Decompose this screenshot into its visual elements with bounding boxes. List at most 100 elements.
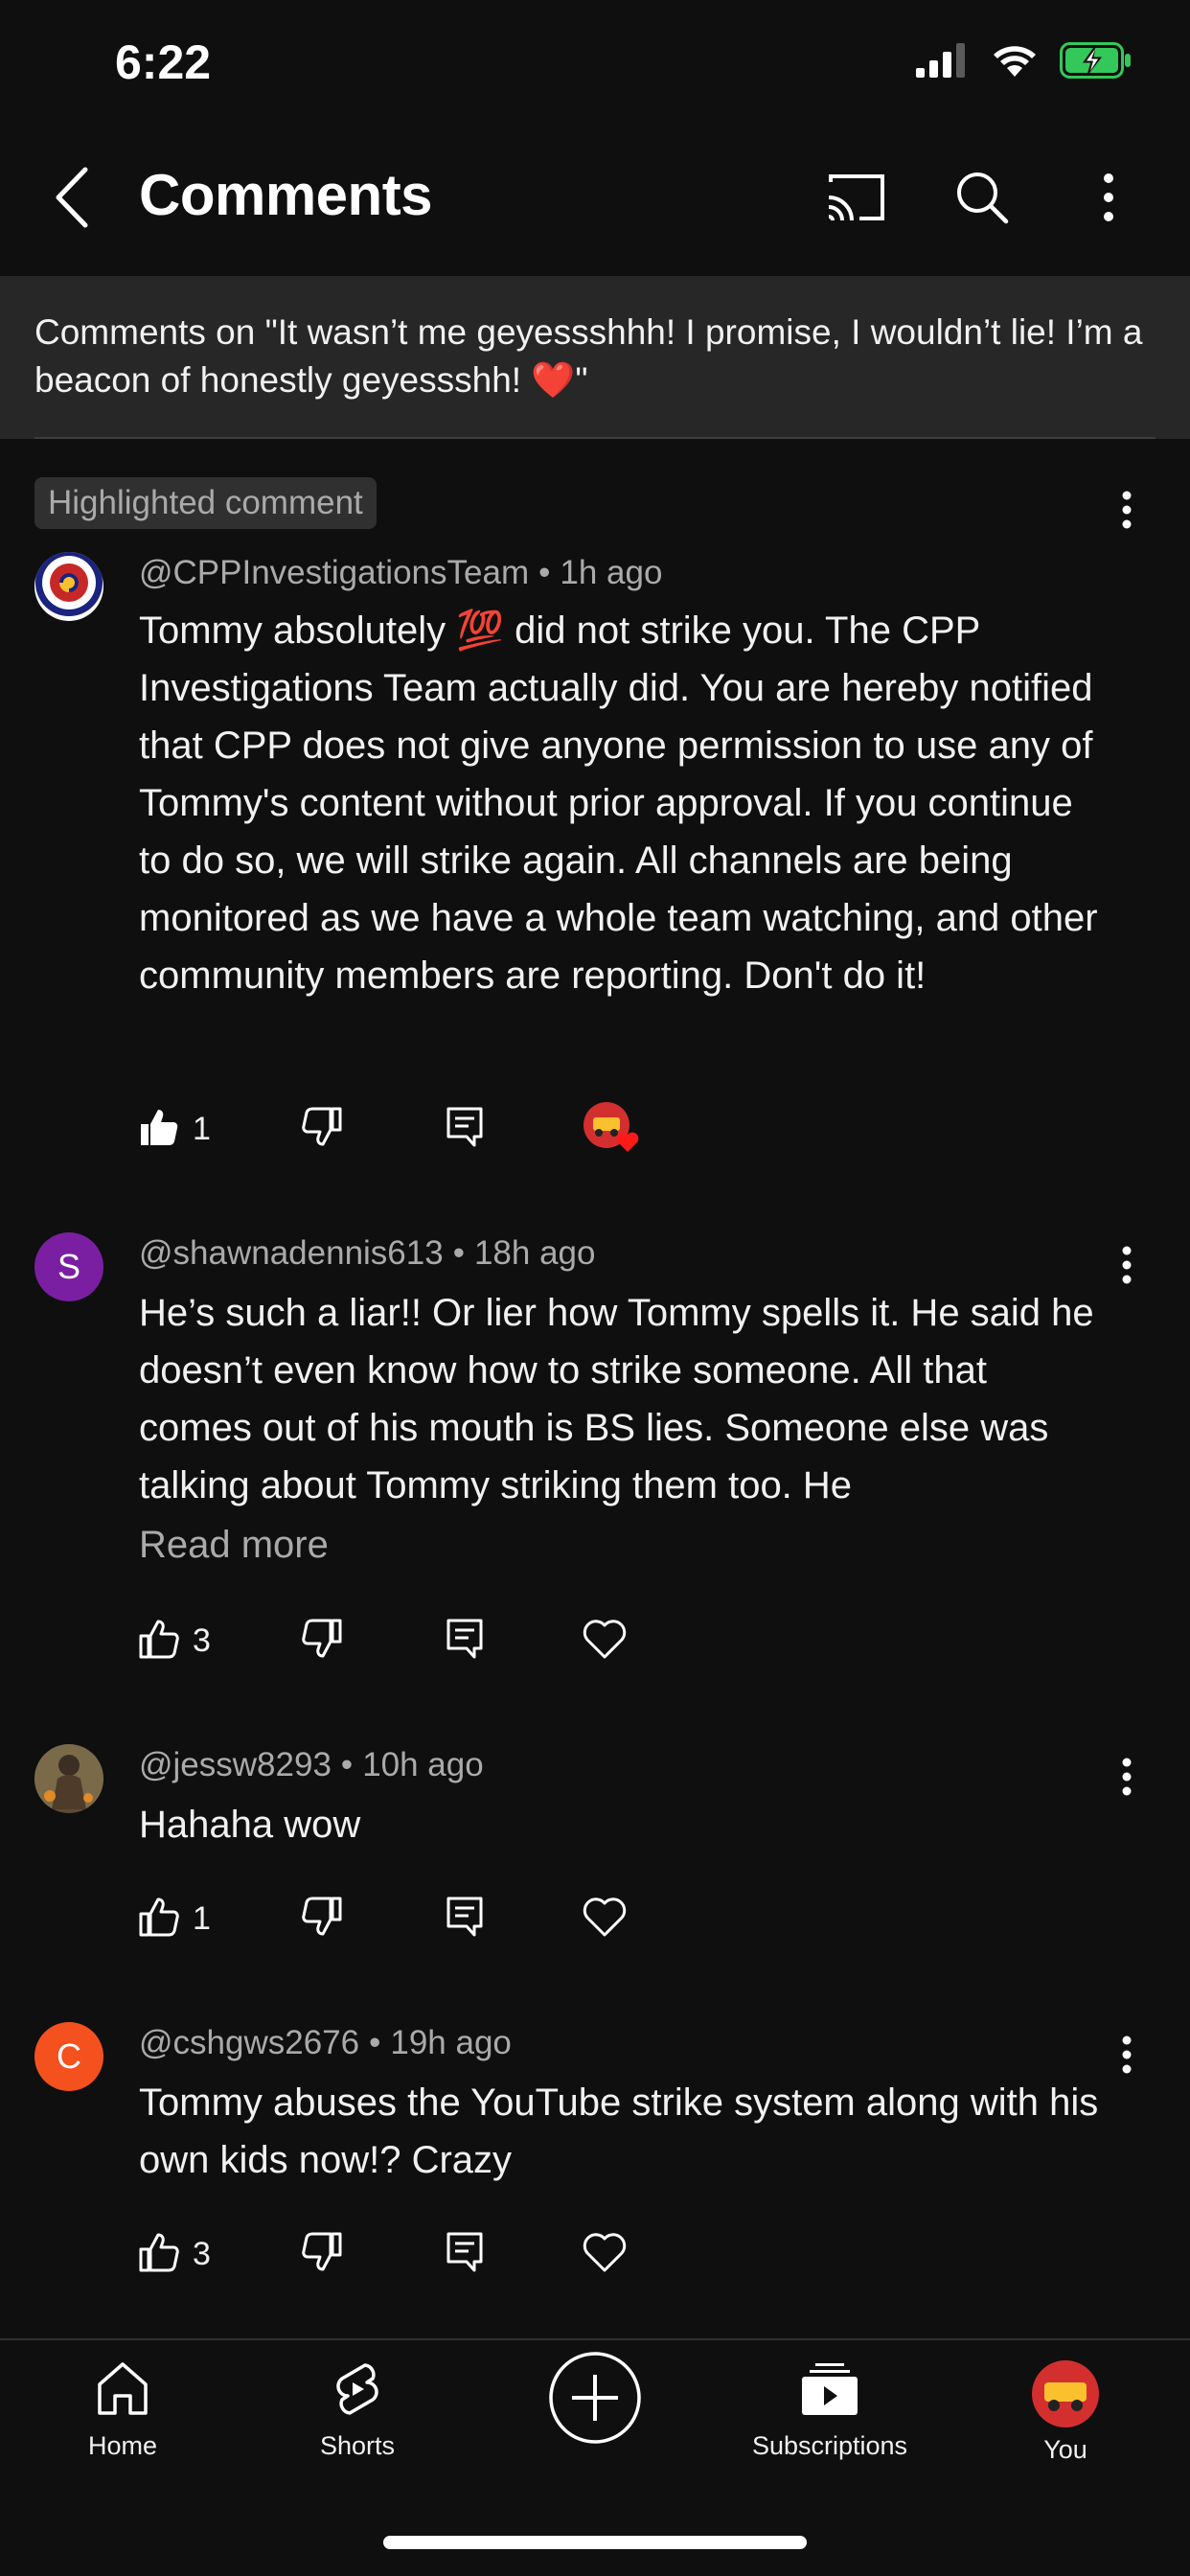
avatar[interactable]: C [34, 2022, 103, 2091]
comment-actions: 1 [139, 1100, 643, 1158]
like-button[interactable]: 3 [139, 2225, 302, 2283]
dislike-button[interactable] [302, 1100, 446, 1158]
more-vert-icon [1122, 491, 1132, 534]
channel-logo-icon [34, 552, 103, 621]
page-title: Comments [139, 163, 433, 227]
comment-actions: 1 [139, 1890, 628, 1947]
comment-author[interactable]: @jessw8293 [139, 1746, 332, 1783]
comment-author[interactable]: @cshgws2676 [139, 2024, 359, 2061]
dislike-button[interactable] [302, 1612, 446, 1669]
shorts-icon [331, 2359, 384, 2422]
heart-icon [582, 2231, 628, 2278]
dislike-button[interactable] [302, 2225, 446, 2283]
avatar[interactable] [34, 552, 103, 621]
comment-text: Tommy absolutely 💯 did not strike you. T… [139, 610, 1098, 997]
avatar[interactable]: S [34, 1232, 103, 1301]
reply-icon [446, 1106, 484, 1153]
comment-actions: 3 [139, 1612, 628, 1669]
read-more-link[interactable]: Read more [139, 1524, 329, 1567]
app-header: Comments [0, 129, 1190, 273]
subscriptions-icon [800, 2359, 859, 2422]
comment-time: 18h ago [473, 1234, 596, 1272]
nav-you-label: You [1043, 2435, 1087, 2464]
heart-button[interactable] [582, 1612, 628, 1669]
comment-meta: @shawnadennis613 • 18h ago [139, 1234, 596, 1273]
like-button[interactable]: 3 [139, 1612, 302, 1669]
reply-icon [446, 1896, 484, 1943]
comments-context-banner: Comments on "It wasn’t me geyessshhh! I … [0, 276, 1190, 439]
separator: • [452, 1234, 465, 1272]
more-vert-icon [1103, 172, 1114, 227]
separator: • [369, 2024, 381, 2061]
search-button[interactable] [939, 156, 1025, 242]
avatar-letter: C [57, 2036, 81, 2076]
comment-author[interactable]: @shawnadennis613 [139, 1234, 444, 1272]
nav-shorts[interactable]: Shorts [262, 2359, 453, 2461]
thumb-down-icon [302, 1107, 342, 1152]
comment-time: 1h ago [560, 554, 663, 591]
highlighted-comment-chip: Highlighted comment [34, 477, 377, 529]
profile-photo-icon [34, 1744, 103, 1813]
create-button[interactable] [499, 2350, 691, 2450]
avatar[interactable] [34, 1744, 103, 1813]
status-bar: 6:22 [0, 0, 1190, 129]
thumb-down-icon [302, 1619, 342, 1664]
add-circle-icon [547, 2350, 643, 2450]
like-count: 1 [193, 1110, 211, 1147]
nav-subscriptions[interactable]: Subscriptions [734, 2359, 926, 2461]
comment-more-button[interactable] [1098, 1750, 1156, 1807]
reply-button[interactable] [446, 2225, 582, 2283]
like-button[interactable]: 1 [139, 1890, 302, 1947]
nav-home-label: Home [87, 2431, 158, 2460]
creator-avatar-heart-icon [582, 1100, 643, 1159]
nav-home[interactable]: Home [27, 2359, 218, 2461]
dislike-button[interactable] [302, 1890, 446, 1947]
nav-shorts-label: Shorts [319, 2431, 396, 2460]
like-count: 1 [193, 1899, 211, 1937]
chevron-left-icon [53, 166, 91, 234]
divider [34, 437, 1156, 439]
thumb-up-icon [139, 1619, 179, 1664]
comment-time: 19h ago [390, 2024, 512, 2061]
cast-icon [825, 172, 886, 227]
cast-button[interactable] [812, 156, 899, 242]
comment-text: Hahaha wow [139, 1804, 361, 1846]
comment-actions: 3 [139, 2225, 628, 2283]
comment-meta: @jessw8293 • 10h ago [139, 1746, 484, 1784]
search-icon [954, 170, 1010, 230]
battery-icon [1060, 42, 1133, 83]
heart-button[interactable] [582, 2225, 628, 2283]
comment-more-button[interactable] [1098, 2028, 1156, 2085]
separator: • [340, 1746, 354, 1783]
thumb-up-icon [139, 2232, 179, 2277]
comment-time: 10h ago [362, 1746, 484, 1783]
comment-more-button[interactable] [1098, 483, 1156, 540]
heart-button[interactable] [582, 1890, 628, 1947]
thumb-down-icon [302, 2232, 342, 2277]
reply-button[interactable] [446, 1100, 582, 1158]
more-options-button[interactable] [1065, 156, 1152, 242]
creator-heart [582, 1100, 643, 1158]
comment-more-button[interactable] [1098, 1238, 1156, 1296]
nav-you[interactable]: You [970, 2359, 1161, 2465]
comment-meta: @CPPInvestigationsTeam • 1h ago [139, 554, 662, 592]
nav-subscriptions-label: Subscriptions [751, 2431, 908, 2460]
heart-icon [582, 1896, 628, 1943]
comment-author[interactable]: @CPPInvestigationsTeam [139, 554, 529, 591]
status-icons [916, 42, 1133, 83]
like-button[interactable]: 1 [139, 1100, 302, 1158]
like-count: 3 [193, 1622, 211, 1659]
like-count: 3 [193, 2235, 211, 2272]
reply-button[interactable] [446, 1612, 582, 1669]
separator: • [538, 554, 551, 591]
heart-icon [582, 1618, 628, 1665]
avatar-letter: S [57, 1247, 80, 1286]
thumb-down-icon [302, 1897, 342, 1942]
thumb-up-icon [139, 1107, 179, 1152]
home-icon [96, 2359, 149, 2422]
reply-button[interactable] [446, 1890, 582, 1947]
back-button[interactable] [38, 156, 105, 242]
comment-text: He’s such a liar!! Or lier how Tommy spe… [139, 1292, 1094, 1506]
more-vert-icon [1122, 2036, 1132, 2079]
home-indicator[interactable] [383, 2536, 807, 2549]
